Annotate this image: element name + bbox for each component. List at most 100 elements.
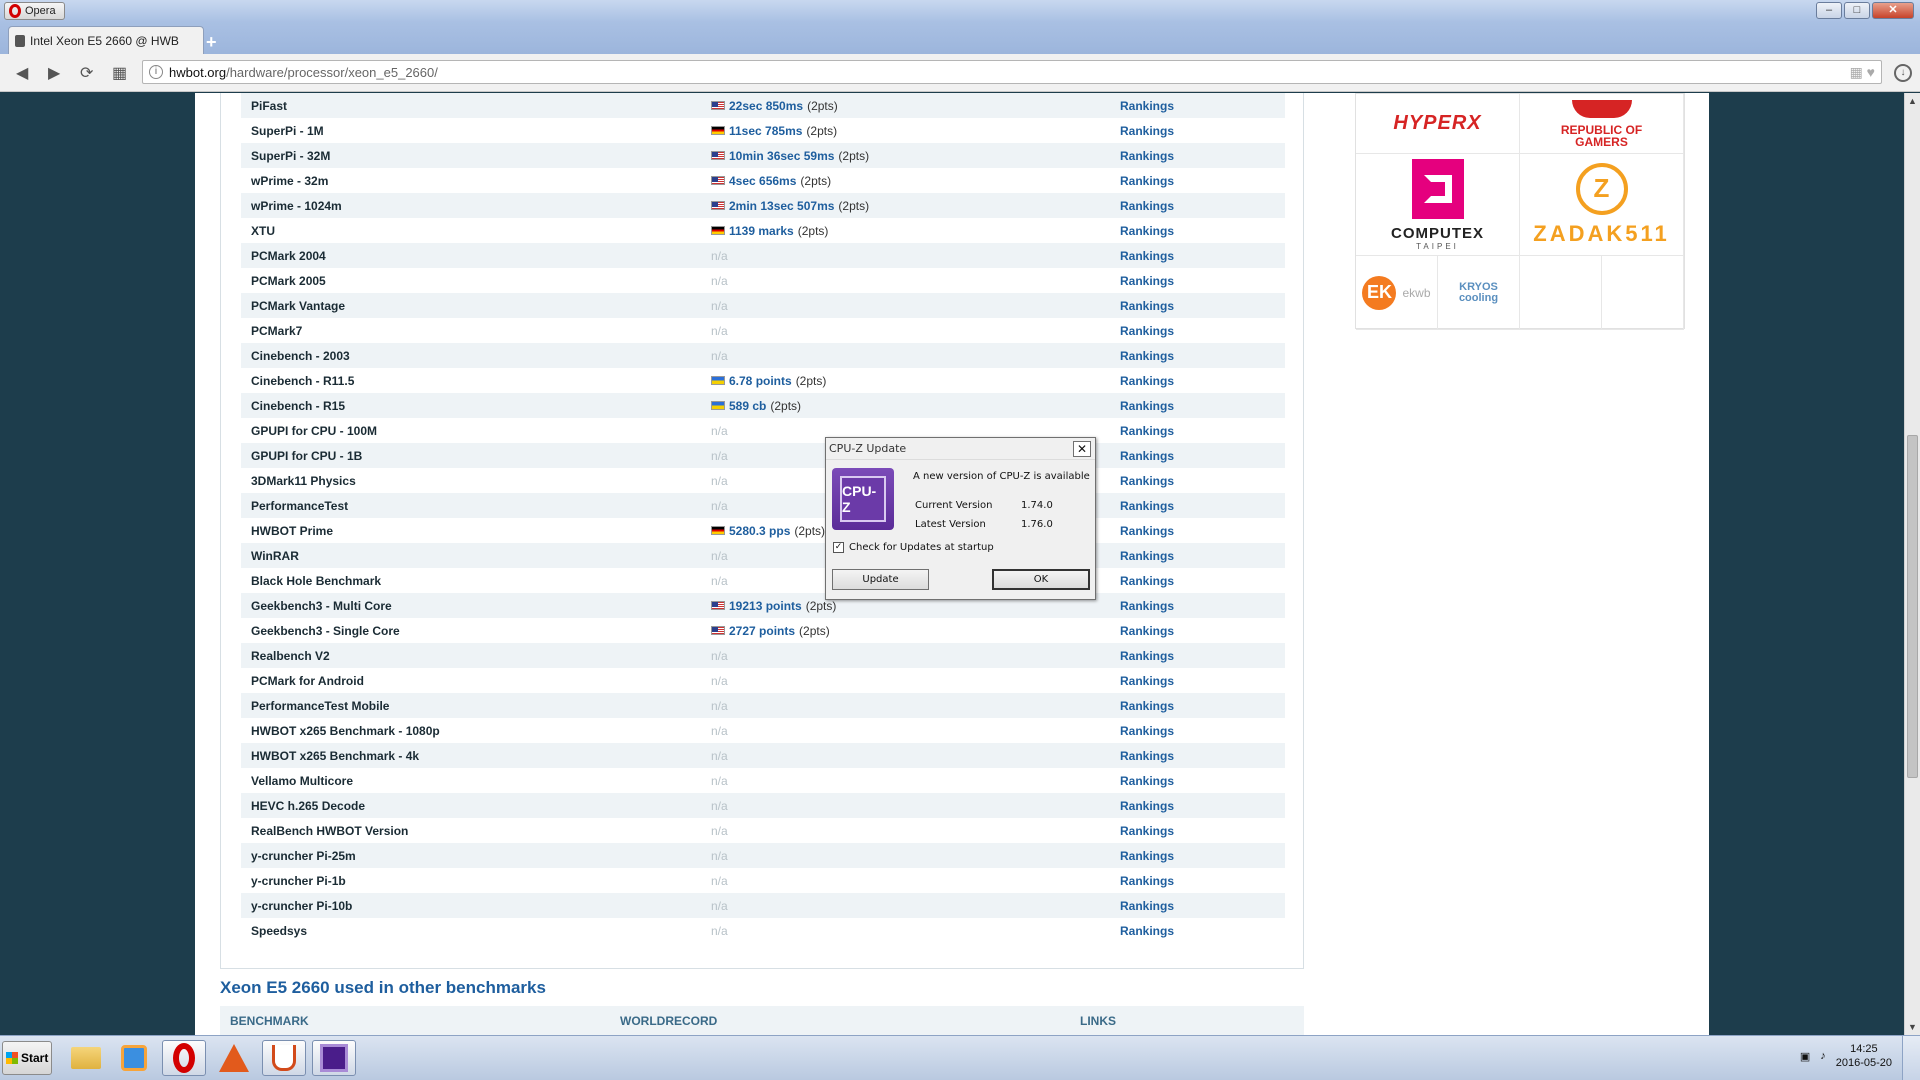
record-value-link[interactable]: 19213 points	[729, 599, 802, 613]
update-button[interactable]: Update	[832, 569, 929, 590]
volume-icon[interactable]: ♪	[1820, 1050, 1826, 1062]
rankings-link[interactable]: Rankings	[1120, 924, 1174, 938]
sponsor-zadak[interactable]: Z ZADAK511	[1520, 154, 1684, 256]
rankings-link[interactable]: Rankings	[1120, 899, 1174, 913]
rankings-link[interactable]: Rankings	[1120, 749, 1174, 763]
record-value-link[interactable]: 4sec 656ms	[729, 174, 796, 188]
rankings-link[interactable]: Rankings	[1120, 149, 1174, 163]
ok-button[interactable]: OK	[992, 569, 1090, 590]
opera-menu-button[interactable]: Opera	[4, 2, 65, 20]
record-value-link[interactable]: 2min 13sec 507ms	[729, 199, 834, 213]
record-na: n/a	[711, 323, 728, 338]
sponsor-hyperx[interactable]: HYPERX	[1356, 94, 1520, 154]
sponsor-kryos[interactable]: KRYOS cooling	[1438, 256, 1520, 330]
scroll-down-icon[interactable]: ▼	[1905, 1019, 1920, 1035]
rankings-link[interactable]: Rankings	[1120, 299, 1174, 313]
maximize-button[interactable]: □	[1844, 2, 1870, 19]
record-value-link[interactable]: 2727 points	[729, 624, 795, 638]
rankings-link[interactable]: Rankings	[1120, 399, 1174, 413]
taskbar-cpuz[interactable]	[312, 1040, 356, 1076]
rankings-link[interactable]: Rankings	[1120, 349, 1174, 363]
rankings-link[interactable]: Rankings	[1120, 99, 1174, 113]
record-cell: n/a	[711, 774, 1120, 788]
computex-name: COMPUTEX	[1390, 224, 1484, 242]
reload-icon[interactable]: ⟳	[80, 63, 93, 83]
benchmark-name: HEVC h.265 Decode	[251, 798, 366, 813]
start-button[interactable]: Start	[2, 1041, 52, 1075]
record-value-link[interactable]: 10min 36sec 59ms	[729, 149, 834, 163]
rankings-link[interactable]: Rankings	[1120, 799, 1174, 813]
rankings-link[interactable]: Rankings	[1120, 374, 1174, 388]
rankings-link[interactable]: Rankings	[1120, 699, 1174, 713]
back-arrow-icon[interactable]: ◀	[16, 63, 28, 83]
rankings-link[interactable]: Rankings	[1120, 824, 1174, 838]
taskbar-java[interactable]	[262, 1040, 306, 1076]
rankings-link[interactable]: Rankings	[1120, 599, 1174, 613]
startup-checkbox[interactable]: ✓	[833, 542, 844, 553]
rankings-link[interactable]: Rankings	[1120, 524, 1174, 538]
rankings-link[interactable]: Rankings	[1120, 174, 1174, 188]
rankings-link[interactable]: Rankings	[1120, 474, 1174, 488]
rankings-link[interactable]: Rankings	[1120, 624, 1174, 638]
network-icon[interactable]: ▣	[1800, 1050, 1810, 1063]
taskbar-media-player[interactable]	[112, 1040, 156, 1076]
record-points: (2pts)	[838, 148, 870, 163]
rankings-link[interactable]: Rankings	[1120, 124, 1174, 138]
tab-hwbot[interactable]: Intel Xeon E5 2660 @ HWB	[8, 26, 204, 54]
record-value-link[interactable]: 1139 marks	[729, 224, 794, 238]
record-cell: n/a	[711, 349, 1120, 363]
clock[interactable]: 14:25 2016-05-20	[1836, 1042, 1892, 1070]
record-cell: n/a	[711, 674, 1120, 688]
start-label: Start	[21, 1051, 49, 1065]
rankings-link[interactable]: Rankings	[1120, 574, 1174, 588]
startup-check-row[interactable]: ✓ Check for Updates at startup	[833, 542, 994, 553]
taskbar-opera[interactable]	[162, 1040, 206, 1076]
address-bar[interactable]: i hwbot.org/hardware/processor/xeon_e5_2…	[142, 60, 1882, 84]
rankings-link[interactable]: Rankings	[1120, 849, 1174, 863]
table-row: 3DMark11 Physics n/a Rankings	[241, 468, 1285, 493]
rankings-link[interactable]: Rankings	[1120, 274, 1174, 288]
rankings-link[interactable]: Rankings	[1120, 199, 1174, 213]
rankings-link[interactable]: Rankings	[1120, 324, 1174, 338]
taskbar-matlab[interactable]	[212, 1040, 256, 1076]
rankings-link[interactable]: Rankings	[1120, 224, 1174, 238]
show-desktop-button[interactable]	[1902, 1036, 1920, 1080]
table-row: PerformanceTest n/a Rankings	[241, 493, 1285, 518]
taskbar-explorer[interactable]	[64, 1040, 108, 1076]
site-info-icon[interactable]: i	[149, 65, 163, 79]
record-cell: n/a	[711, 874, 1120, 888]
record-cell: 589 cb (2pts)	[711, 399, 1120, 413]
rankings-link[interactable]: Rankings	[1120, 724, 1174, 738]
benchmark-name: wPrime - 32m	[251, 173, 329, 188]
page-scrollbar[interactable]: ▲ ▼	[1904, 93, 1920, 1035]
rankings-link[interactable]: Rankings	[1120, 674, 1174, 688]
record-value-link[interactable]: 22sec 850ms	[729, 99, 803, 113]
downloads-icon[interactable]: ↓	[1894, 64, 1912, 82]
new-tab-button[interactable]: +	[206, 32, 217, 53]
rankings-link[interactable]: Rankings	[1120, 549, 1174, 563]
forward-arrow-icon[interactable]: ▶	[48, 63, 60, 83]
rankings-link[interactable]: Rankings	[1120, 499, 1174, 513]
record-cell: n/a	[711, 824, 1120, 838]
rankings-link[interactable]: Rankings	[1120, 874, 1174, 888]
minimize-button[interactable]: –	[1816, 2, 1842, 19]
record-value-link[interactable]: 11sec 785ms	[729, 124, 802, 138]
rankings-link[interactable]: Rankings	[1120, 449, 1174, 463]
scroll-up-icon[interactable]: ▲	[1905, 93, 1920, 109]
rankings-link[interactable]: Rankings	[1120, 424, 1174, 438]
rankings-link[interactable]: Rankings	[1120, 774, 1174, 788]
sponsor-rog[interactable]: REPUBLIC OF GAMERS	[1520, 94, 1684, 154]
rankings-link[interactable]: Rankings	[1120, 649, 1174, 663]
close-window-button[interactable]: ✕	[1872, 2, 1914, 19]
record-value-link[interactable]: 6.78 points	[729, 374, 792, 388]
stash-heart-icon[interactable]: ▦ ♥	[1850, 64, 1875, 81]
scroll-thumb[interactable]	[1907, 435, 1918, 778]
sponsor-ekwb[interactable]: EK ekwb	[1356, 256, 1438, 330]
benchmark-name: PCMark 2005	[251, 273, 326, 288]
dialog-close-button[interactable]: ✕	[1073, 441, 1091, 457]
record-value-link[interactable]: 589 cb	[729, 399, 766, 413]
speed-dial-grid-icon[interactable]: ▦	[112, 63, 127, 83]
sponsor-computex[interactable]: COMPUTEX TAIPEI	[1356, 154, 1520, 256]
record-value-link[interactable]: 5280.3 pps	[729, 524, 790, 538]
rankings-link[interactable]: Rankings	[1120, 249, 1174, 263]
